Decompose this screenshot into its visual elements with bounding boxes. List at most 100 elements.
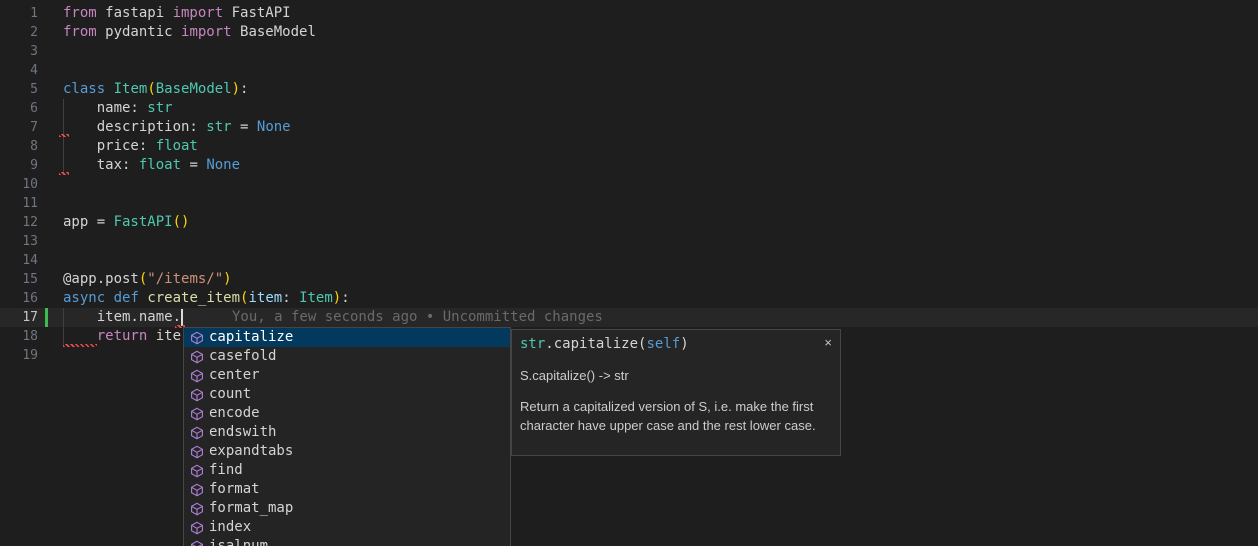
- symbol-method-icon: [189, 482, 205, 498]
- suggest-item[interactable]: casefold: [184, 347, 510, 366]
- line-number[interactable]: 12: [0, 213, 38, 232]
- symbol-method-icon: [189, 425, 205, 441]
- line-number[interactable]: 4: [0, 61, 38, 80]
- code-token: import: [173, 5, 224, 21]
- code-line[interactable]: 3: [0, 42, 1258, 61]
- suggest-item[interactable]: center: [184, 366, 510, 385]
- suggest-item-label: count: [209, 385, 251, 404]
- code-line[interactable]: 14: [0, 251, 1258, 270]
- code-text: item.name.: [63, 308, 181, 327]
- suggest-item-label: encode: [209, 404, 260, 423]
- suggest-item-label: center: [209, 366, 260, 385]
- code-token: BaseModel: [156, 81, 232, 97]
- line-number[interactable]: 16: [0, 289, 38, 308]
- suggest-item[interactable]: find: [184, 461, 510, 480]
- code-text: class Item(BaseModel):: [63, 80, 248, 99]
- code-line[interactable]: 7 description: str = None: [0, 118, 1258, 137]
- code-line[interactable]: 12app = FastAPI(): [0, 213, 1258, 232]
- gutter-modified-indicator[interactable]: [45, 308, 48, 327]
- suggest-item-label: format_map: [209, 499, 293, 518]
- line-number[interactable]: 11: [0, 194, 38, 213]
- suggest-item[interactable]: endswith: [184, 423, 510, 442]
- code-token: None: [206, 157, 240, 173]
- line-number[interactable]: 6: [0, 99, 38, 118]
- code-token: fastapi: [97, 5, 173, 21]
- code-token: return: [97, 328, 148, 344]
- line-number[interactable]: 10: [0, 175, 38, 194]
- code-text: from fastapi import FastAPI: [63, 4, 291, 23]
- line-number[interactable]: 9: [0, 156, 38, 175]
- code-token: from: [63, 24, 97, 40]
- code-token: from: [63, 5, 97, 21]
- suggest-item-label: index: [209, 518, 251, 537]
- code-line[interactable]: 6 name: str: [0, 99, 1258, 118]
- line-number[interactable]: 2: [0, 23, 38, 42]
- code-line[interactable]: 4: [0, 61, 1258, 80]
- code-token: import: [181, 24, 232, 40]
- line-number[interactable]: 14: [0, 251, 38, 270]
- suggest-item-selected[interactable]: capitalize: [184, 328, 510, 347]
- symbol-method-icon: [189, 444, 205, 460]
- code-token: FastAPI: [223, 5, 290, 21]
- code-token: :: [240, 81, 248, 97]
- code-line[interactable]: 2from pydantic import BaseModel: [0, 23, 1258, 42]
- close-icon[interactable]: ×: [822, 336, 834, 349]
- code-token: str: [206, 119, 231, 135]
- suggest-item[interactable]: encode: [184, 404, 510, 423]
- symbol-method-icon: [189, 330, 205, 346]
- code-line[interactable]: 17 item.name.: [0, 308, 1258, 327]
- suggest-item-label: isalnum: [209, 537, 268, 546]
- suggest-item[interactable]: format_map: [184, 499, 510, 518]
- code-token: (: [147, 81, 155, 97]
- line-number[interactable]: 13: [0, 232, 38, 251]
- code-token: @app.post: [63, 271, 139, 287]
- suggest-item[interactable]: format: [184, 480, 510, 499]
- code-line[interactable]: 16 async def create_item(item: Item):: [0, 289, 1258, 308]
- code-token: float: [156, 138, 198, 154]
- code-text: name: str: [63, 99, 173, 118]
- line-number[interactable]: 3: [0, 42, 38, 61]
- line-number[interactable]: 18: [0, 327, 38, 346]
- suggest-item-label: casefold: [209, 347, 276, 366]
- code-line[interactable]: 13: [0, 232, 1258, 251]
- suggest-item[interactable]: count: [184, 385, 510, 404]
- text-cursor: [181, 309, 183, 326]
- code-line[interactable]: 5 class Item(BaseModel):: [0, 80, 1258, 99]
- code-line[interactable]: 1 from fastapi import FastAPI: [0, 4, 1258, 23]
- line-number[interactable]: 7: [0, 118, 38, 137]
- symbol-method-icon: [189, 368, 205, 384]
- suggest-item[interactable]: isalnum: [184, 537, 510, 546]
- code-text: price: float: [63, 137, 198, 156]
- suggest-widget[interactable]: capitalizecasefoldcentercountencodeendsw…: [183, 327, 511, 546]
- line-number[interactable]: 5: [0, 80, 38, 99]
- suggest-item[interactable]: index: [184, 518, 510, 537]
- code-line[interactable]: 8 price: float: [0, 137, 1258, 156]
- code-token: self: [646, 336, 680, 352]
- line-number[interactable]: 15: [0, 270, 38, 289]
- suggest-item[interactable]: expandtabs: [184, 442, 510, 461]
- code-line[interactable]: 9 tax: float = None: [0, 156, 1258, 175]
- suggest-item-label: expandtabs: [209, 442, 293, 461]
- code-line[interactable]: 10: [0, 175, 1258, 194]
- suggest-docs-usage: S.capitalize() -> str: [512, 353, 840, 384]
- code-text: async def create_item(item: Item):: [63, 289, 350, 308]
- line-number[interactable]: 17: [0, 308, 38, 327]
- code-line[interactable]: 15@app.post("/items/"): [0, 270, 1258, 289]
- code-line[interactable]: 11: [0, 194, 1258, 213]
- suggest-item-label: format: [209, 480, 260, 499]
- code-token: async: [63, 290, 105, 306]
- code-token: capitalize: [554, 336, 638, 352]
- suggest-item-label: endswith: [209, 423, 276, 442]
- code-editor[interactable]: 1from fastapi import FastAPI2from pydant…: [0, 0, 1258, 546]
- suggest-item-label: find: [209, 461, 243, 480]
- symbol-method-icon: [189, 501, 205, 517]
- line-number[interactable]: 8: [0, 137, 38, 156]
- code-token: [105, 81, 113, 97]
- symbol-method-icon: [189, 520, 205, 536]
- line-number[interactable]: 1: [0, 4, 38, 23]
- line-number[interactable]: 19: [0, 346, 38, 365]
- inline-blame-annotation: You, a few seconds ago • Uncommitted cha…: [232, 308, 603, 327]
- code-token: description:: [63, 119, 206, 135]
- suggest-docs-signature: str.capitalize(self): [520, 336, 689, 353]
- code-token: [105, 290, 113, 306]
